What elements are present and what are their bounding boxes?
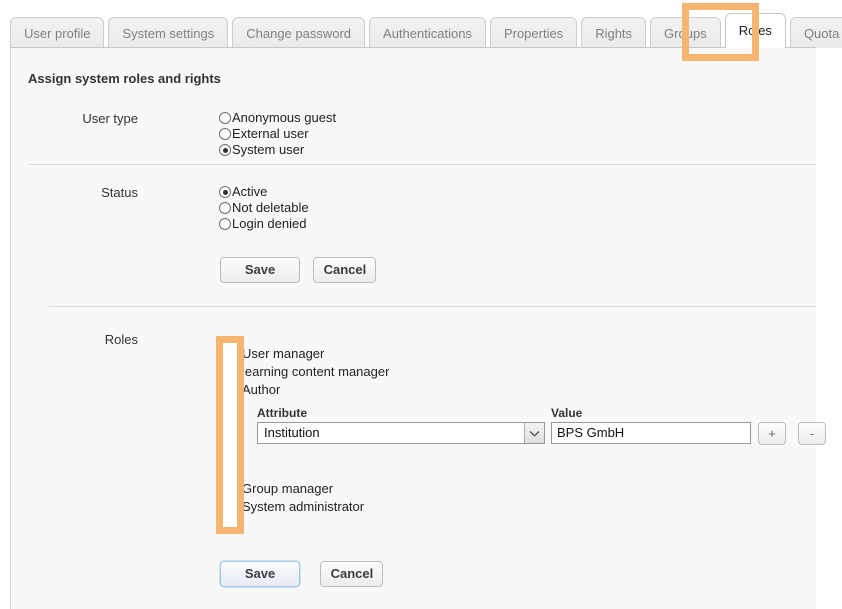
cancel-button-top[interactable]: Cancel — [313, 257, 376, 283]
top-action-bar: Save Cancel — [220, 257, 376, 283]
remove-attribute-button[interactable]: - — [798, 422, 826, 445]
roles-panel: Assign system roles and rights User type… — [10, 48, 816, 609]
chevron-down-icon[interactable] — [524, 423, 544, 443]
tab-user-profile[interactable]: User profile — [10, 17, 104, 48]
checkbox-label-user-manager: User manager — [242, 346, 324, 362]
radio-label-external-user: External user — [232, 126, 309, 142]
add-attribute-button[interactable]: + — [758, 422, 786, 445]
checkbox-option-user-manager[interactable]: User manager — [223, 345, 389, 363]
checkbox-option-author[interactable]: Author — [223, 381, 389, 399]
attribute-select[interactable]: Institution — [257, 422, 545, 444]
radio-label-login-denied: Login denied — [232, 216, 306, 232]
roles-checkbox-group-top: User manager learning content manager Au… — [223, 345, 389, 399]
radio-anonymous-guest[interactable] — [219, 112, 231, 124]
radio-option-active[interactable]: Active — [219, 184, 309, 200]
tab-change-password[interactable]: Change password — [232, 17, 365, 48]
cancel-button-bottom[interactable]: Cancel — [320, 561, 383, 587]
checkbox-option-learning-content-manager[interactable]: learning content manager — [223, 363, 389, 381]
radio-option-external-user[interactable]: External user — [219, 126, 336, 142]
checkbox-option-system-administrator[interactable]: System administrator — [223, 498, 364, 516]
radio-label-system-user: System user — [232, 142, 304, 158]
bottom-action-bar: Save Cancel — [220, 561, 383, 587]
checkbox-label-author: Author — [242, 382, 280, 398]
tab-list: User profile System settings Change pass… — [10, 15, 842, 48]
radio-external-user[interactable] — [219, 128, 231, 140]
tab-authentications[interactable]: Authentications — [369, 17, 486, 48]
radio-label-not-deletable: Not deletable — [232, 200, 309, 216]
divider-user-type — [28, 164, 816, 165]
radio-option-system-user[interactable]: System user — [219, 142, 336, 158]
radio-option-not-deletable[interactable]: Not deletable — [219, 200, 309, 216]
value-input[interactable]: BPS GmbH — [551, 422, 751, 444]
tab-quota[interactable]: Quota — [790, 17, 842, 48]
radio-active[interactable] — [219, 186, 231, 198]
checkbox-label-learning-content-manager: learning content manager — [242, 364, 389, 380]
save-button-top[interactable]: Save — [220, 257, 300, 283]
divider-roles — [49, 306, 816, 307]
radio-system-user[interactable] — [219, 144, 231, 156]
status-radio-group: Active Not deletable Login denied — [219, 184, 309, 232]
radio-label-anonymous-guest: Anonymous guest — [232, 110, 336, 126]
roles-checkbox-group-bottom: Group manager System administrator — [223, 480, 364, 516]
attribute-label: Attribute — [257, 406, 307, 420]
status-label: Status — [18, 185, 138, 200]
radio-label-active: Active — [232, 184, 267, 200]
attribute-select-value: Institution — [258, 423, 524, 443]
tab-roles[interactable]: Roles — [725, 13, 786, 48]
tab-properties[interactable]: Properties — [490, 17, 577, 48]
roles-label: Roles — [18, 332, 138, 347]
radio-option-anonymous-guest[interactable]: Anonymous guest — [219, 110, 336, 126]
radio-not-deletable[interactable] — [219, 202, 231, 214]
user-type-label: User type — [18, 111, 138, 126]
user-type-radio-group: Anonymous guest External user System use… — [219, 110, 336, 158]
checkbox-label-group-manager: Group manager — [242, 481, 333, 497]
tab-system-settings[interactable]: System settings — [108, 17, 228, 48]
tab-groups[interactable]: Groups — [650, 17, 721, 48]
value-label: Value — [551, 406, 582, 420]
checkbox-option-group-manager[interactable]: Group manager — [223, 480, 364, 498]
annotation-column-fill — [223, 343, 237, 527]
radio-login-denied[interactable] — [219, 218, 231, 230]
save-button-bottom[interactable]: Save — [220, 561, 300, 587]
checkbox-label-system-administrator: System administrator — [242, 499, 364, 515]
page-title: Assign system roles and rights — [28, 71, 221, 86]
tab-rights[interactable]: Rights — [581, 17, 646, 48]
radio-option-login-denied[interactable]: Login denied — [219, 216, 309, 232]
tab-bar: User profile System settings Change pass… — [0, 0, 842, 48]
